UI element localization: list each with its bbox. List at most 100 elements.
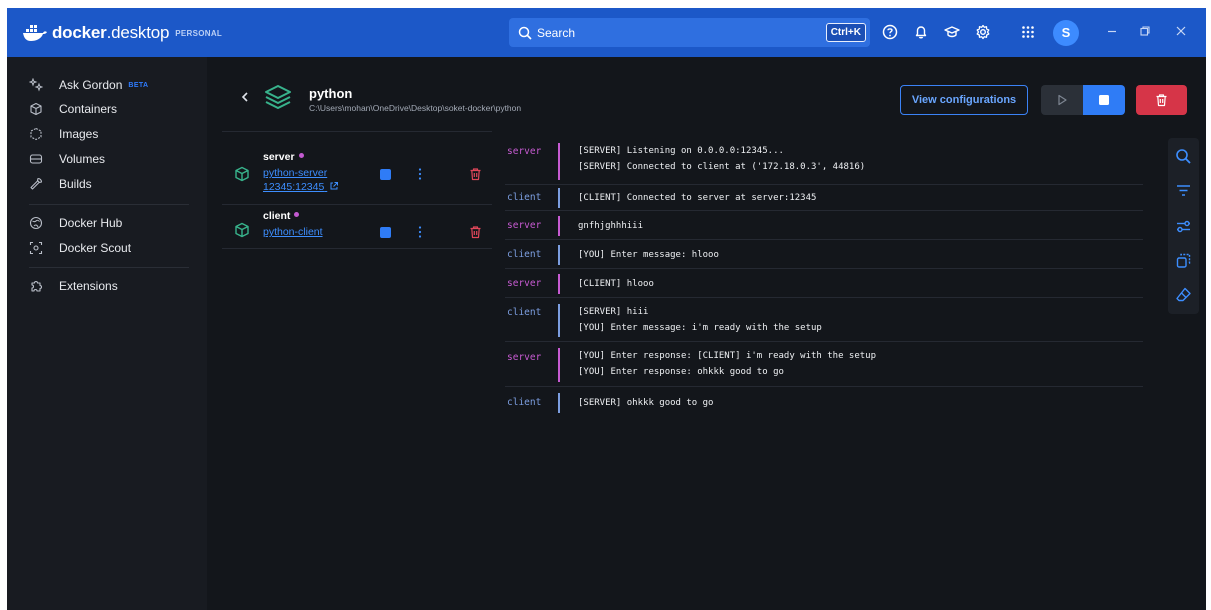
- search-shortcut: Ctrl+K: [825, 23, 866, 42]
- restore-icon[interactable]: [1137, 23, 1153, 39]
- sidebar-item-extensions[interactable]: Extensions: [7, 275, 207, 297]
- trash-icon: [1156, 94, 1167, 107]
- delete-container-icon[interactable]: [469, 167, 482, 181]
- view-configurations-button[interactable]: View configurations: [900, 85, 1028, 115]
- container-row-server[interactable]: server python-server 12345:12345: [222, 148, 492, 203]
- log-entry: server [SERVER] Listening on 0.0.0.0:123…: [505, 138, 1143, 185]
- log-source-bar: [558, 188, 560, 208]
- beta-badge: BETA: [128, 82, 149, 89]
- close-icon[interactable]: [1173, 23, 1189, 39]
- log-entry: client [SERVER] hiii [YOU] Enter message:…: [505, 298, 1143, 342]
- search-icon[interactable]: [1175, 148, 1192, 165]
- docker-whale-icon: [23, 25, 47, 41]
- project-name: python: [309, 86, 353, 101]
- sidebar-item-label: Images: [59, 127, 99, 141]
- container-row-client[interactable]: client python-client: [222, 206, 492, 248]
- docker-hub-icon: [29, 216, 43, 230]
- log-source: server: [507, 220, 542, 231]
- sidebar: Ask Gordon BETA Containers Images Volumes: [7, 57, 207, 610]
- search-label: Search: [537, 25, 576, 40]
- volumes-icon: [29, 154, 43, 164]
- minimize-icon[interactable]: [1104, 23, 1120, 39]
- sidebar-item-docker-scout[interactable]: Docker Scout: [7, 237, 207, 259]
- log-source-bar: [558, 304, 560, 337]
- log-source: server: [507, 352, 542, 363]
- container-name: server: [263, 151, 304, 163]
- log-entry: client [YOU] Enter message: hlooo: [505, 240, 1143, 269]
- log-source-bar: [558, 274, 560, 294]
- log-entry: server gnfhjghhhiii: [505, 211, 1143, 240]
- sidebar-divider: [29, 204, 189, 205]
- learning-center-icon[interactable]: [943, 23, 961, 41]
- stop-container-button[interactable]: [380, 169, 391, 180]
- extensions-icon: [31, 280, 43, 292]
- images-icon: [30, 127, 42, 141]
- more-options-icon[interactable]: [418, 167, 422, 181]
- containers-icon: [30, 102, 42, 116]
- stop-icon: [1099, 95, 1109, 105]
- search-bar[interactable]: Search Ctrl+K: [509, 18, 870, 47]
- start-button[interactable]: [1041, 85, 1083, 115]
- log-text: [YOU] Enter response: [CLIENT] i'm ready…: [578, 351, 877, 377]
- sidebar-item-volumes[interactable]: Volumes: [7, 148, 207, 170]
- title-bar: docker.desktop PERSONAL Search Ctrl+K S: [7, 8, 1206, 57]
- log-source: server: [507, 278, 542, 289]
- notifications-icon[interactable]: [912, 23, 930, 41]
- sidebar-item-label: Docker Scout: [59, 241, 132, 255]
- apps-grid-icon[interactable]: [1019, 23, 1037, 41]
- delete-container-icon[interactable]: [469, 225, 482, 239]
- search-icon: [518, 26, 532, 40]
- sparkle-icon: [29, 78, 43, 92]
- filter-icon[interactable]: [1175, 182, 1192, 199]
- stop-container-button[interactable]: [380, 227, 391, 238]
- settings-gear-icon[interactable]: [974, 23, 992, 41]
- log-source-bar: [558, 245, 560, 265]
- log-entry: server [CLIENT] hlooo: [505, 269, 1143, 298]
- user-avatar[interactable]: S: [1053, 20, 1079, 46]
- docker-desktop-logo: docker.desktop PERSONAL: [23, 22, 222, 44]
- play-icon: [1058, 94, 1067, 106]
- log-text: [SERVER] hiii [YOU] Enter message: i'm re…: [578, 307, 822, 333]
- container-image-link[interactable]: python-server: [263, 167, 327, 179]
- sidebar-item-label: Containers: [59, 102, 118, 116]
- sidebar-item-docker-hub[interactable]: Docker Hub: [7, 212, 207, 234]
- run-controls: [1041, 85, 1125, 115]
- log-tools: [1168, 138, 1199, 314]
- container-list-divider: [222, 131, 492, 132]
- log-source-bar: [558, 393, 560, 413]
- compose-stack-icon: [265, 85, 291, 109]
- log-text: [SERVER] Listening on 0.0.0.0:12345... [S…: [578, 146, 866, 172]
- log-text: [YOU] Enter message: hlooo: [578, 250, 719, 260]
- back-arrow-icon[interactable]: [239, 90, 251, 104]
- docker-scout-icon: [29, 241, 43, 255]
- sidebar-item-containers[interactable]: Containers: [7, 98, 207, 120]
- sidebar-item-label: Builds: [59, 177, 92, 191]
- external-link-icon: [330, 182, 339, 190]
- log-source-bar: [558, 216, 560, 236]
- docker-desktop-window: docker.desktop PERSONAL Search Ctrl+K S …: [7, 8, 1206, 610]
- stop-button[interactable]: [1083, 85, 1125, 115]
- sidebar-item-label: Ask Gordon BETA: [59, 78, 149, 92]
- container-image-link[interactable]: python-client: [263, 226, 323, 238]
- delete-button[interactable]: [1136, 85, 1187, 115]
- eraser-icon[interactable]: [1175, 286, 1192, 303]
- log-text: [CLIENT] Connected to server at server:1…: [578, 193, 817, 203]
- container-port-link[interactable]: 12345:12345: [263, 181, 339, 193]
- sidebar-item-builds[interactable]: Builds: [7, 173, 207, 195]
- log-entry: client [CLIENT] Connected to server at s…: [505, 185, 1143, 211]
- plan-badge: PERSONAL: [175, 28, 223, 38]
- log-entry: client [SERVER] ohkkk good to go: [505, 387, 1143, 417]
- sidebar-item-images[interactable]: Images: [7, 123, 207, 145]
- log-text: gnfhjghhhiii: [578, 221, 644, 231]
- sidebar-item-ask-gordon[interactable]: Ask Gordon BETA: [7, 74, 207, 96]
- log-source: server: [507, 146, 542, 157]
- more-options-icon[interactable]: [418, 225, 422, 239]
- copy-icon[interactable]: [1175, 252, 1192, 269]
- container-name: client: [263, 210, 300, 222]
- container-row-divider: [222, 248, 492, 249]
- settings-sliders-icon[interactable]: [1175, 218, 1192, 235]
- sidebar-item-label: Volumes: [59, 152, 106, 166]
- sidebar-item-label: Extensions: [59, 279, 118, 293]
- sidebar-item-label: Docker Hub: [59, 216, 123, 230]
- help-icon[interactable]: [881, 23, 899, 41]
